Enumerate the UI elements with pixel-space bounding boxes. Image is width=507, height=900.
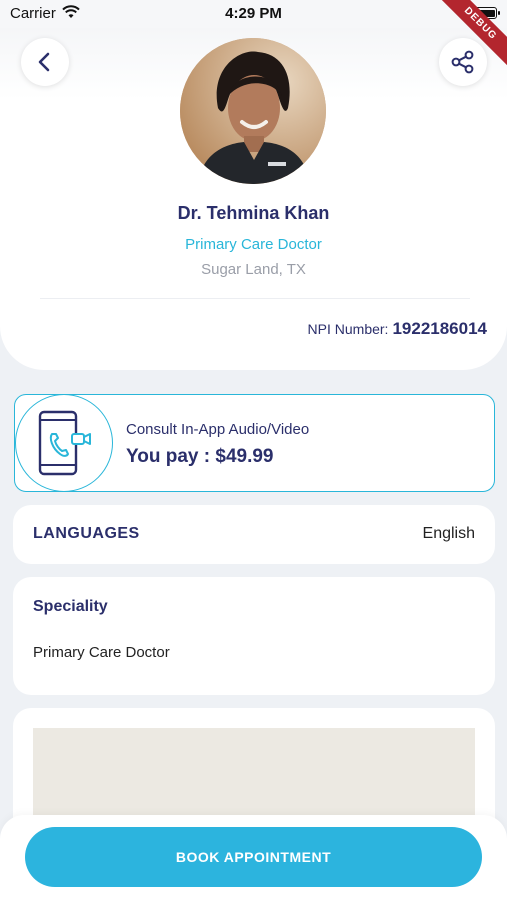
share-button[interactable] [439,38,487,86]
consult-title: Consult In-App Audio/Video [126,421,310,438]
back-button[interactable] [21,38,69,86]
status-bar: Carrier 4:29 PM [0,0,507,28]
speciality-title: Speciality [33,598,108,615]
languages-value: English [422,525,475,542]
status-time: 4:29 PM [225,5,282,22]
share-icon [451,50,474,74]
bottom-action-bar: BOOK APPOINTMENT [0,815,507,900]
languages-label: LANGUAGES [33,525,140,542]
consult-option-card[interactable]: Consult In-App Audio/Video You pay : $49… [14,394,495,492]
npi-number: NPI Number: 1922186014 [308,319,487,339]
doctor-profile-card: Dr. Tehmina Khan Primary Care Doctor Sug… [0,28,507,370]
book-appointment-button[interactable]: BOOK APPOINTMENT [25,827,482,887]
chevron-left-icon [38,52,50,72]
speciality-card: Speciality Primary Care Doctor [13,577,495,695]
phone-video-call-icon [38,410,91,476]
doctor-specialty: Primary Care Doctor [185,236,322,253]
languages-card: LANGUAGES English [13,505,495,564]
speciality-value: Primary Care Doctor [33,644,170,661]
npi-value: 1922186014 [392,319,487,338]
doctor-avatar [180,38,326,184]
divider [40,298,470,299]
consult-icon-badge [15,394,113,492]
doctor-location: Sugar Land, TX [201,261,306,278]
consult-price: You pay : $49.99 [126,446,274,467]
npi-label: NPI Number: [307,321,389,337]
doctor-name: Dr. Tehmina Khan [177,203,330,223]
